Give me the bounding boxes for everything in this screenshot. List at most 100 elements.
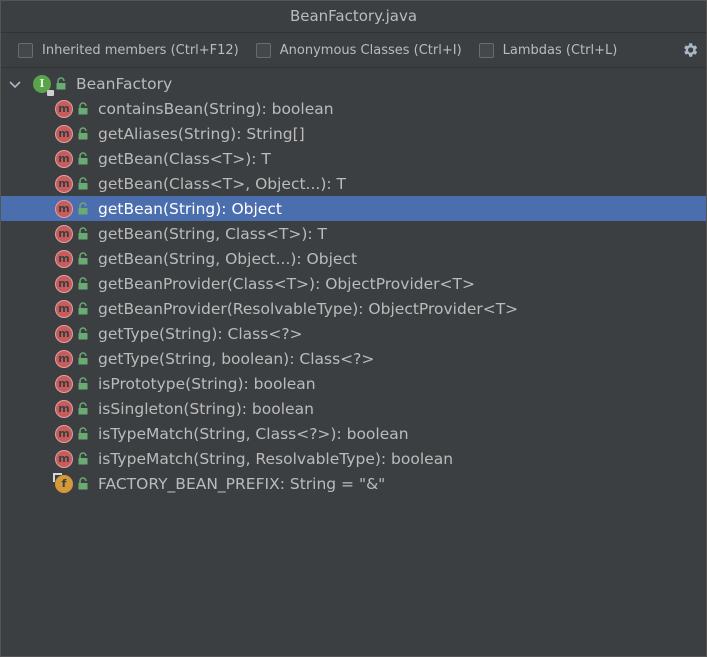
tree-item-method[interactable]: m getAliases(String): String[]: [1, 121, 706, 146]
tree-item-method[interactable]: m getBean(String, Object...): Object: [1, 246, 706, 271]
tree-item-label: getBean(Class<T>): T: [98, 149, 271, 168]
anonymous-classes-checkbox[interactable]: [255, 42, 271, 58]
gear-icon[interactable]: [681, 41, 699, 59]
tree-item-label: getType(String): Class<?>: [98, 324, 303, 343]
method-icon: m: [55, 199, 73, 218]
public-lock-icon: [78, 177, 88, 190]
method-icon: m: [55, 424, 73, 443]
tree-item-label: getBean(String, Class<T>): T: [98, 224, 327, 243]
method-icon: m: [55, 299, 73, 318]
method-icon: m: [55, 149, 73, 168]
tree-item-method[interactable]: m getType(String): Class<?>: [1, 321, 706, 346]
tree-item-label: isTypeMatch(String, Class<?>): boolean: [98, 424, 409, 443]
tree-item-method[interactable]: m getBean(Class<T>): T: [1, 146, 706, 171]
chevron-down-icon[interactable]: [7, 76, 23, 92]
inherited-members-label: Inherited members (Ctrl+F12): [42, 42, 239, 58]
tree-item-label: FACTORY_BEAN_PREFIX: String = "&": [98, 474, 386, 493]
tree-item-label: getBeanProvider(Class<T>): ObjectProvide…: [98, 274, 475, 293]
member-icon-letter: m: [58, 227, 70, 240]
structure-tree: I BeanFactory m containsBean(String): boo…: [1, 68, 706, 496]
method-icon: m: [55, 324, 73, 343]
tree-item-method[interactable]: m getBeanProvider(Class<T>): ObjectProvid…: [1, 271, 706, 296]
public-lock-icon: [78, 302, 88, 315]
method-icon: m: [55, 249, 73, 268]
public-lock-icon: [78, 202, 88, 215]
member-icon-letter: m: [58, 177, 70, 190]
public-lock-icon: [78, 427, 88, 440]
tree-item-label: getAliases(String): String[]: [98, 124, 305, 143]
member-icon-letter: m: [58, 252, 70, 265]
public-lock-icon: [78, 227, 88, 240]
tree-item-label: containsBean(String): boolean: [98, 99, 334, 118]
tree-item-label: isPrototype(String): boolean: [98, 374, 316, 393]
method-icon: m: [55, 124, 73, 143]
tree-item-method[interactable]: m isPrototype(String): boolean: [1, 371, 706, 396]
method-icon: m: [55, 174, 73, 193]
public-lock-icon: [78, 102, 88, 115]
tree-root-beanfactory[interactable]: I BeanFactory: [1, 71, 706, 96]
lock-icon: [47, 89, 54, 96]
lambdas-option[interactable]: Lambdas (Ctrl+L): [478, 42, 617, 58]
public-lock-icon: [78, 152, 88, 165]
public-lock-icon: [78, 477, 88, 490]
method-icon: m: [55, 449, 73, 468]
method-icon: m: [55, 274, 73, 293]
public-lock-icon: [78, 377, 88, 390]
tree-item-method[interactable]: m containsBean(String): boolean: [1, 96, 706, 121]
tree-item-label: getBean(String): Object: [98, 199, 282, 218]
tree-item-method[interactable]: m isSingleton(String): boolean: [1, 396, 706, 421]
interface-icon: I: [33, 74, 54, 96]
member-icon-letter: f: [61, 477, 67, 490]
tree-item-label: getBean(Class<T>, Object...): T: [98, 174, 346, 193]
structure-popup: BeanFactory.java Inherited members (Ctrl…: [0, 0, 707, 657]
tree-item-label: getBeanProvider(ResolvableType): ObjectP…: [98, 299, 519, 318]
tree-item-label: getBean(String, Object...): Object: [98, 249, 358, 268]
public-lock-icon: [78, 402, 88, 415]
public-lock-icon: [78, 252, 88, 265]
public-lock-icon: [78, 277, 88, 290]
tree-item-method[interactable]: m getBean(Class<T>, Object...): T: [1, 171, 706, 196]
filter-toolbar: Inherited members (Ctrl+F12) Anonymous C…: [1, 33, 706, 68]
tree-item-method[interactable]: m isTypeMatch(String, ResolvableType): bo…: [1, 446, 706, 471]
field-icon: f: [53, 472, 73, 493]
method-icon: m: [55, 349, 73, 368]
member-icon-letter: m: [58, 102, 70, 115]
method-icon: m: [55, 224, 73, 243]
tree-item-method[interactable]: m getBean(String, Class<T>): T: [1, 221, 706, 246]
tree-item-label: isSingleton(String): boolean: [98, 399, 314, 418]
tree-item-field[interactable]: f FACTORY_BEAN_PREFIX: String = "&": [1, 471, 706, 496]
member-icon-letter: m: [58, 452, 70, 465]
member-icon-letter: m: [58, 277, 70, 290]
public-lock-icon: [78, 127, 88, 140]
public-lock-icon: [78, 352, 88, 365]
tree-root-label: BeanFactory: [76, 74, 173, 93]
public-lock-icon: [78, 452, 88, 465]
member-icon-letter: m: [58, 327, 70, 340]
member-icon-letter: m: [58, 402, 70, 415]
inherited-members-option[interactable]: Inherited members (Ctrl+F12): [18, 42, 239, 58]
method-icon: m: [55, 399, 73, 418]
tree-items: m containsBean(String): boolean m getAliase…: [1, 96, 706, 496]
member-icon-letter: m: [58, 127, 70, 140]
member-icon-letter: m: [58, 377, 70, 390]
static-pin-icon: [53, 472, 62, 482]
tree-item-method[interactable]: m getBean(String): Object: [1, 196, 706, 221]
inherited-members-checkbox[interactable]: [18, 42, 33, 58]
tree-item-label: getType(String, boolean): Class<?>: [98, 349, 375, 368]
anonymous-classes-option[interactable]: Anonymous Classes (Ctrl+I): [255, 42, 462, 58]
member-icon-letter: m: [58, 302, 70, 315]
lambdas-checkbox[interactable]: [478, 42, 494, 58]
tree-item-method[interactable]: m getBeanProvider(ResolvableType): Object…: [1, 296, 706, 321]
interface-icon-letter: I: [39, 77, 45, 90]
member-icon-letter: m: [58, 202, 70, 215]
member-icon-letter: m: [58, 352, 70, 365]
member-icon-letter: m: [58, 152, 70, 165]
tree-item-method[interactable]: m getType(String, boolean): Class<?>: [1, 346, 706, 371]
tree-item-label: isTypeMatch(String, ResolvableType): boo…: [98, 449, 454, 468]
method-icon: m: [55, 99, 73, 118]
public-lock-icon: [56, 77, 66, 90]
window-title: BeanFactory.java: [1, 1, 706, 33]
method-icon: m: [55, 374, 73, 393]
tree-item-method[interactable]: m isTypeMatch(String, Class<?>): boolean: [1, 421, 706, 446]
member-icon-letter: m: [58, 427, 70, 440]
